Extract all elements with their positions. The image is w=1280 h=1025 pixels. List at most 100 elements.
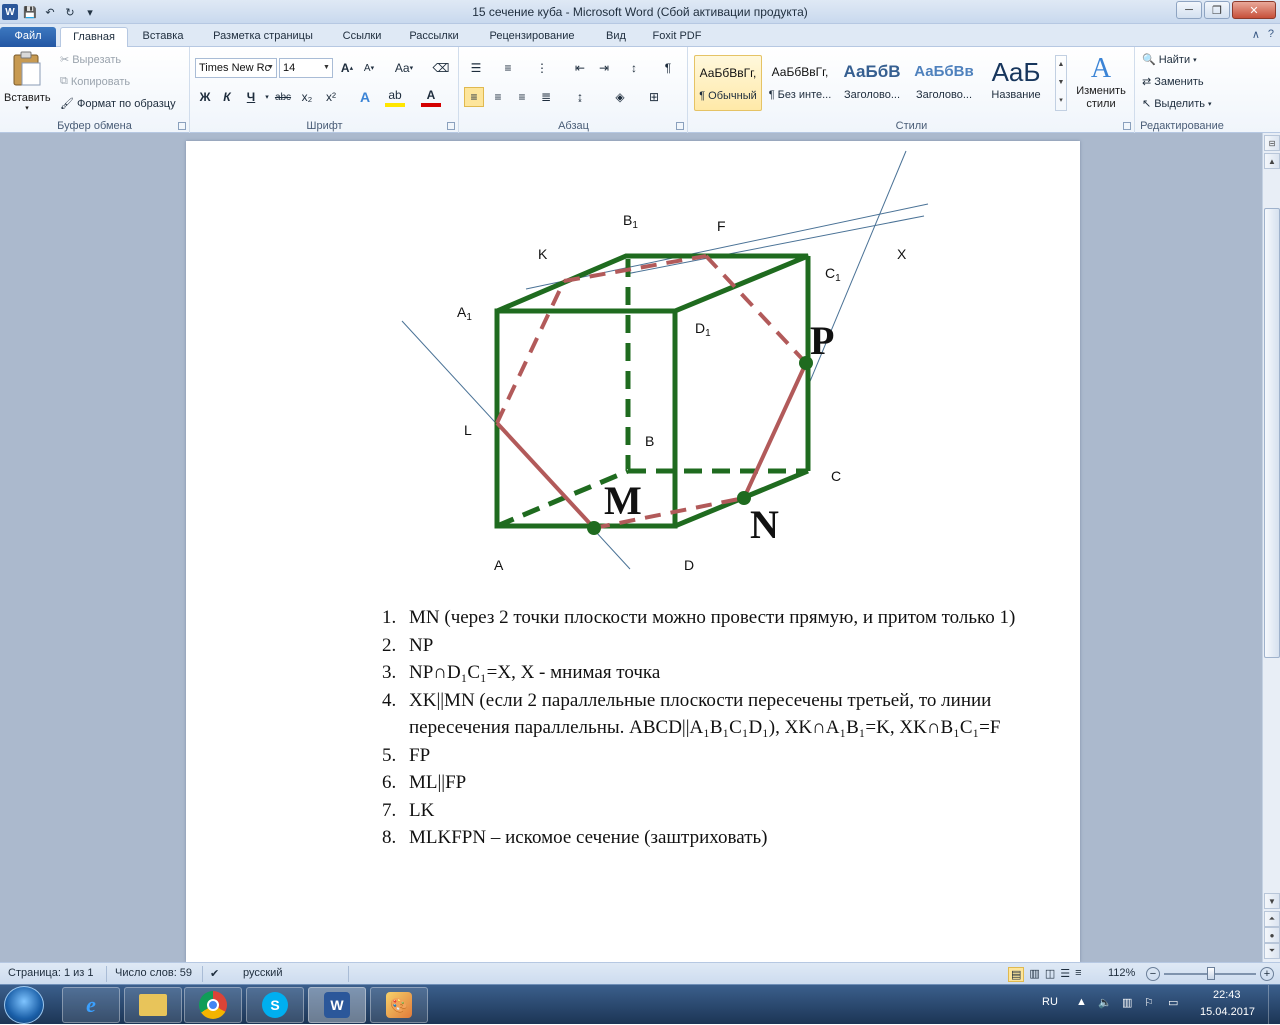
replace-button[interactable]: ⇄ Заменить [1142, 75, 1204, 89]
zoom-slider-thumb[interactable] [1207, 967, 1215, 980]
taskbar-word[interactable]: W [308, 987, 366, 1023]
multilevel-list-icon[interactable]: ⋮ [532, 58, 552, 78]
increase-indent-icon[interactable]: ⇥ [594, 58, 614, 78]
tab-insert[interactable]: Вставка [134, 27, 192, 47]
document-page[interactable]: B1 F K C1 X A1 D1 L B C A D P M N 1. MN (… [186, 141, 1080, 962]
font-dialog-launcher[interactable] [447, 122, 455, 130]
paste-button[interactable]: Вставить ▾ [4, 51, 51, 115]
scroll-down-arrow-icon[interactable]: ▼ [1264, 893, 1280, 909]
style-title[interactable]: AaБ Название [982, 55, 1050, 111]
change-case-button[interactable]: Aa ▾ [391, 58, 417, 78]
vertical-scrollbar[interactable]: ⊟ ▲ ▼ ⏶ ● ⏷ [1262, 133, 1280, 962]
pilcrow-icon[interactable]: ¶ [658, 58, 678, 78]
previous-page-icon[interactable]: ⏶ [1264, 911, 1280, 927]
align-right-icon[interactable]: ≡ [512, 87, 532, 107]
style-heading-2[interactable]: АаБбВв Заголово... [910, 55, 978, 111]
label-d1: D1 [695, 320, 711, 339]
word-count[interactable]: Число слов: 59 [115, 967, 192, 979]
copy-button[interactable]: ⧉ Копировать [60, 75, 130, 88]
italic-button[interactable]: К [217, 87, 237, 107]
find-button[interactable]: 🔍 Найти ▾ [1142, 53, 1197, 67]
align-left-icon[interactable]: ≡ [464, 87, 484, 107]
taskbar-skype[interactable]: S [246, 987, 304, 1023]
justify-icon[interactable]: ≣ [536, 87, 556, 107]
zoom-in-button[interactable]: + [1260, 967, 1274, 981]
taskbar-explorer[interactable] [124, 987, 182, 1023]
font-color-icon[interactable]: A [421, 87, 441, 107]
next-page-icon[interactable]: ⏷ [1264, 943, 1280, 959]
tab-page-layout[interactable]: Разметка страницы [200, 27, 326, 47]
highlight-icon[interactable]: ab [385, 87, 405, 107]
show-hidden-icons-icon[interactable]: ▲ [1076, 996, 1087, 1008]
taskbar-paint[interactable]: 🎨 [370, 987, 428, 1023]
cut-button[interactable]: ✂ Вырезать [60, 53, 121, 67]
styles-dialog-launcher[interactable] [1123, 122, 1131, 130]
text-effects-icon[interactable]: A [355, 87, 375, 107]
shrink-font-button[interactable]: A ▾ [359, 58, 379, 78]
format-painter-button[interactable]: 🖌 Формат по образцу [60, 97, 176, 111]
change-styles-button[interactable]: A Изменить стили [1071, 53, 1131, 111]
superscript-button[interactable]: x² [321, 87, 341, 107]
clipboard-dialog-launcher[interactable] [178, 122, 186, 130]
numbering-icon[interactable]: ≡ [498, 58, 518, 78]
browse-object-icon[interactable]: ● [1264, 927, 1280, 943]
style-normal[interactable]: АаБбВвГг, ¶ Обычный [694, 55, 762, 111]
zoom-out-button[interactable]: − [1146, 967, 1160, 981]
font-family-combo[interactable]: Times New Rc ▼ [195, 58, 277, 78]
tab-mailings[interactable]: Рассылки [398, 27, 470, 47]
tab-references[interactable]: Ссылки [334, 27, 390, 47]
language-indicator[interactable]: русский [243, 967, 282, 979]
scroll-up-arrow-icon[interactable]: ▲ [1264, 153, 1280, 169]
style-no-spacing[interactable]: АаБбВвГг, ¶ Без инте... [766, 55, 834, 111]
tab-foxit-pdf[interactable]: Foxit PDF [646, 27, 708, 47]
taskbar-ie[interactable]: e [62, 987, 120, 1023]
network-icon[interactable]: ▥ [1122, 996, 1132, 1009]
bold-button[interactable]: Ж [195, 87, 215, 107]
align-center-icon[interactable]: ≡ [488, 87, 508, 107]
action-center-icon[interactable]: ⚐ [1144, 996, 1154, 1009]
grow-font-button[interactable]: A ▴ [337, 58, 357, 78]
proofing-icon[interactable]: ✔ [210, 967, 219, 980]
outline-icon[interactable]: ☰ [1060, 967, 1070, 982]
borders-icon[interactable]: ⊞ [644, 87, 664, 107]
select-button[interactable]: ↖ Выделить ▾ [1142, 97, 1211, 111]
minimize-ribbon-icon[interactable]: ∧ [1252, 28, 1260, 41]
help-icon[interactable]: ? [1268, 28, 1274, 41]
style-heading-1[interactable]: АаБбВ Заголово... [838, 55, 906, 111]
strikethrough-button[interactable]: abc [271, 87, 295, 107]
taskbar-chrome[interactable] [184, 987, 242, 1023]
tab-file[interactable]: Файл [0, 27, 56, 47]
paragraph-dialog-launcher[interactable] [676, 122, 684, 130]
power-icon[interactable]: ▭ [1168, 996, 1178, 1009]
sort-icon[interactable]: ↕ [624, 58, 644, 78]
volume-icon[interactable]: 🔈 [1098, 996, 1112, 1009]
styles-scroll[interactable]: ▲ ▼ ▾ [1055, 55, 1067, 111]
cube-front-face [494, 308, 678, 529]
minimize-button[interactable]: ─ [1176, 1, 1202, 19]
line-spacing-icon[interactable]: ↨ [570, 87, 590, 107]
scrollbar-thumb[interactable] [1264, 208, 1280, 658]
zoom-level[interactable]: 112% [1108, 967, 1135, 979]
subscript-button[interactable]: x₂ [297, 87, 317, 107]
tab-view[interactable]: Вид [594, 27, 638, 47]
page-count[interactable]: Страница: 1 из 1 [8, 967, 94, 979]
clock-date[interactable]: 15.04.2017 [1200, 1006, 1255, 1018]
full-screen-reading-icon[interactable]: ▥ [1029, 967, 1039, 982]
draft-icon[interactable]: ≡ [1075, 967, 1081, 982]
font-size-combo[interactable]: 14 ▼ [279, 58, 333, 78]
tab-review[interactable]: Рецензирование [478, 27, 586, 47]
tab-home[interactable]: Главная [60, 27, 128, 47]
clock-time[interactable]: 22:43 [1213, 989, 1241, 1001]
decrease-indent-icon[interactable]: ⇤ [570, 58, 590, 78]
close-button[interactable]: ✕ [1232, 1, 1276, 19]
input-language[interactable]: RU [1042, 996, 1058, 1008]
bullets-icon[interactable]: ☰ [466, 58, 486, 78]
show-desktop-button[interactable] [1268, 985, 1280, 1025]
ruler-toggle-icon[interactable]: ⊟ [1264, 135, 1280, 151]
clear-formatting-icon[interactable]: ⌫ [431, 58, 451, 78]
start-button[interactable] [4, 986, 44, 1024]
web-layout-icon[interactable]: ◫ [1045, 967, 1055, 982]
restore-button[interactable]: ❐ [1204, 1, 1230, 19]
print-layout-icon[interactable]: ▤ [1008, 967, 1025, 982]
shading-icon[interactable]: ◈ [610, 87, 630, 107]
